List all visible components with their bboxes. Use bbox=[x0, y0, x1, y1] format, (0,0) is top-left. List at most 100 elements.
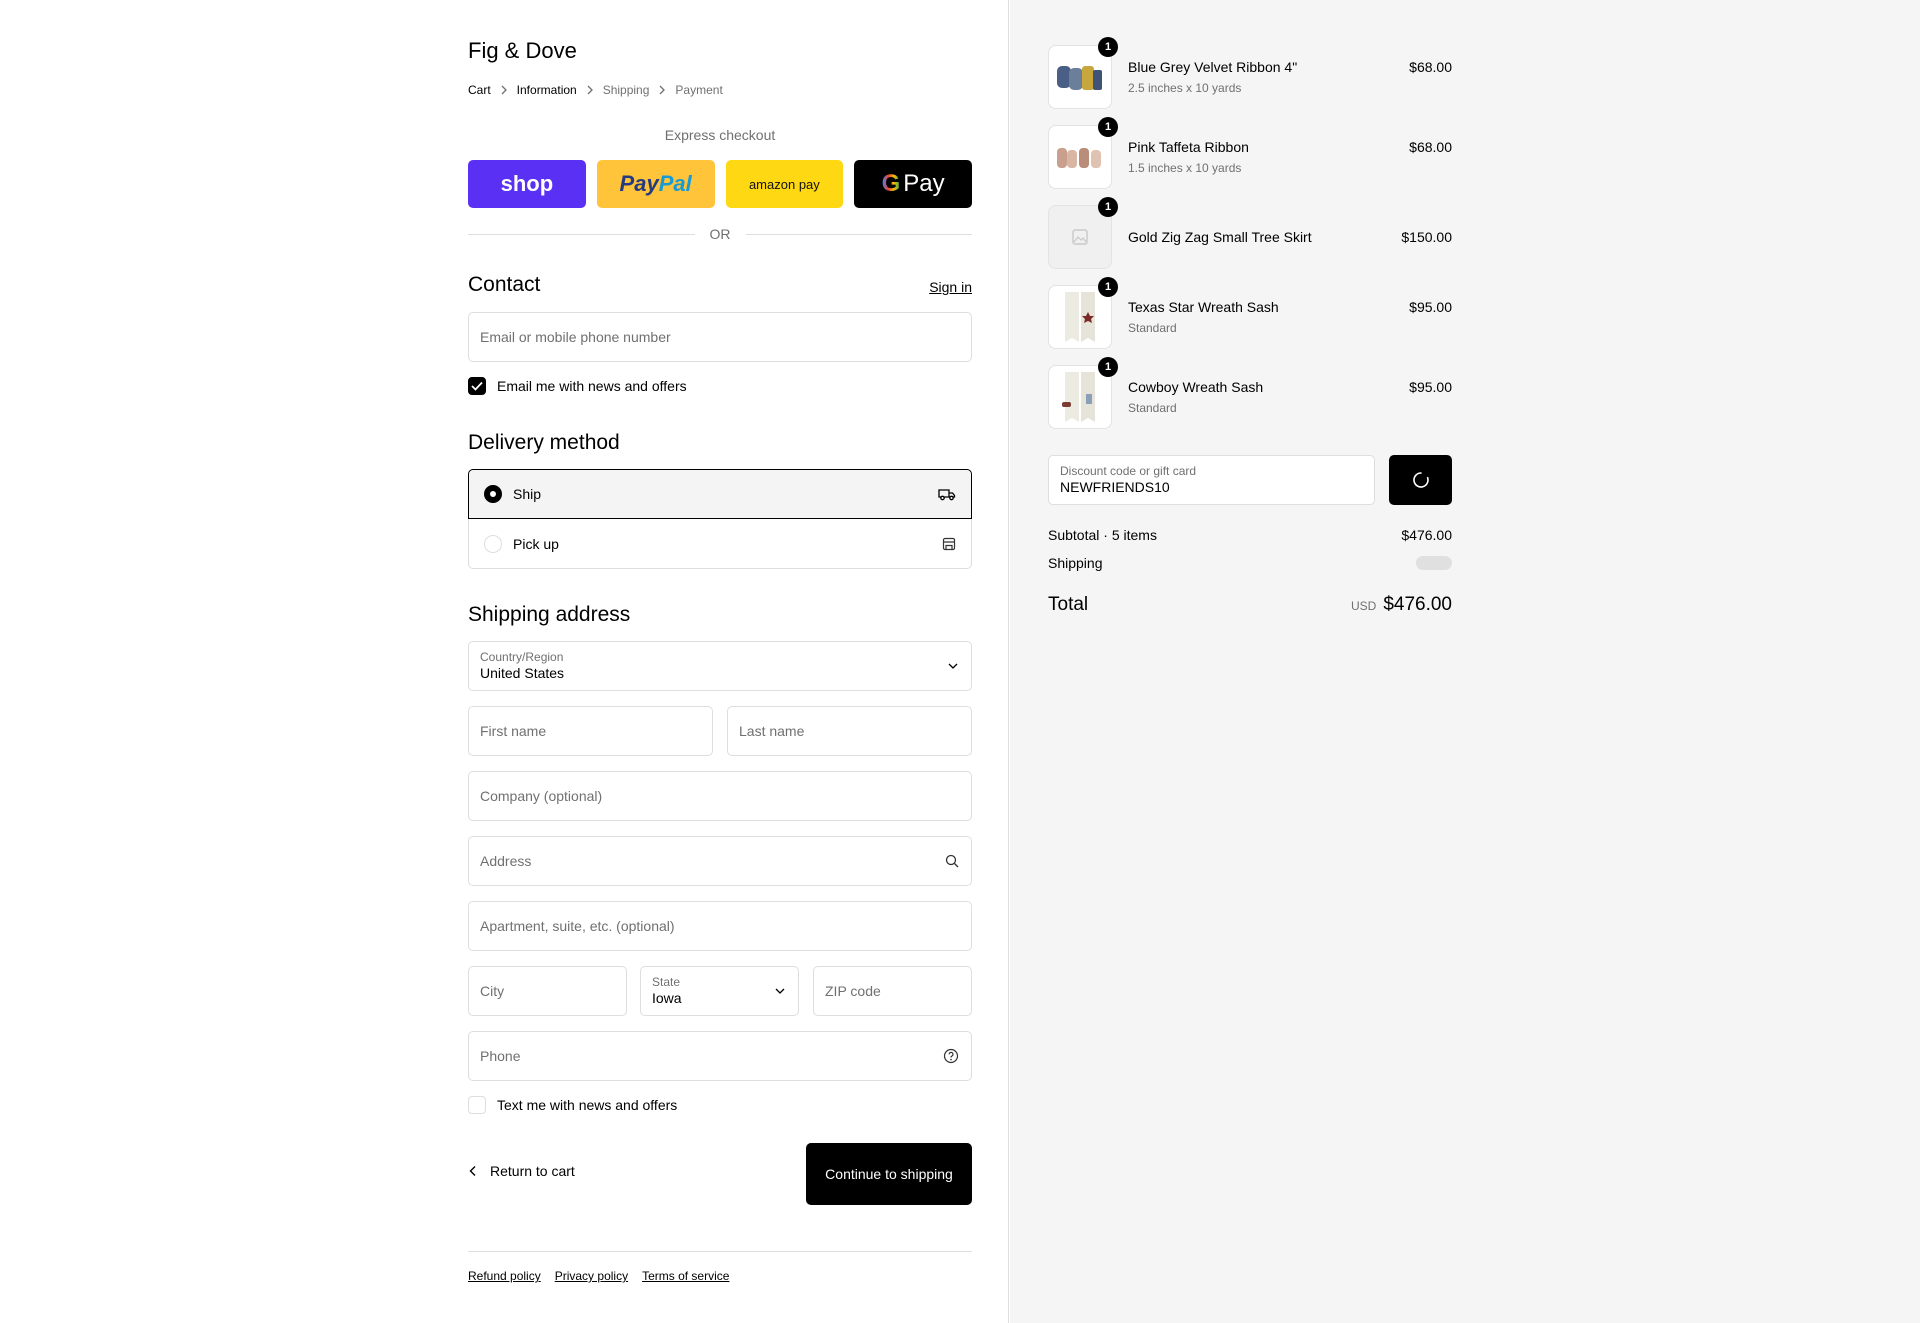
phone-field[interactable]: Phone bbox=[468, 1031, 972, 1081]
paypal-logo-b: Pal bbox=[658, 171, 692, 196]
first-name-field[interactable]: First name bbox=[468, 706, 713, 756]
delivery-method-title: Delivery method bbox=[468, 431, 620, 454]
item-name: Texas Star Wreath Sash bbox=[1128, 299, 1279, 315]
list-item: 1 Blue Grey Velvet Ribbon 4" 2.5 inches … bbox=[1048, 37, 1452, 109]
address-field[interactable]: Address bbox=[468, 836, 972, 886]
paypal-button[interactable]: Pay Pal bbox=[596, 160, 715, 208]
quantity-badge: 1 bbox=[1098, 37, 1118, 57]
shop-pay-button[interactable]: shop bbox=[468, 160, 586, 208]
list-item: 1 Gold Zig Zag Small Tree Skirt $150.00 bbox=[1048, 197, 1452, 269]
subtotal-row: Subtotal · 5 items $476.00 bbox=[1048, 527, 1452, 543]
list-item: 1 Pink Taffeta Ribbon 1.5 inches x 10 ya… bbox=[1048, 117, 1452, 189]
apply-discount-button[interactable] bbox=[1389, 455, 1452, 505]
chevron-right-icon bbox=[491, 85, 517, 95]
continue-to-shipping-button[interactable]: Continue to shipping bbox=[806, 1143, 972, 1205]
country-select[interactable]: Country/Region United States bbox=[468, 641, 972, 691]
discount-value: NEWFRIENDS10 bbox=[1060, 479, 1170, 495]
delivery-option-pickup[interactable]: Pick up bbox=[468, 519, 972, 569]
state-value: Iowa bbox=[652, 990, 682, 1006]
item-variant: Standard bbox=[1128, 321, 1177, 335]
ship-label: Ship bbox=[513, 486, 542, 502]
chevron-down-icon bbox=[774, 987, 786, 995]
currency-code: USD bbox=[1350, 599, 1377, 613]
item-variant: Standard bbox=[1128, 401, 1177, 415]
email-field[interactable]: Email or mobile phone number bbox=[468, 312, 972, 362]
privacy-policy-link[interactable]: Privacy policy bbox=[555, 1269, 628, 1283]
company-placeholder: Company (optional) bbox=[480, 788, 603, 804]
text-news-checkbox[interactable] bbox=[468, 1096, 486, 1114]
item-name: Blue Grey Velvet Ribbon 4" bbox=[1128, 59, 1298, 75]
total-label: Total bbox=[1048, 594, 1089, 615]
checkout-main: Fig & Dove Cart Information Shipping Pay… bbox=[0, 0, 1009, 1323]
amazon-pay-button[interactable]: amazon pay bbox=[725, 160, 844, 208]
refund-policy-link[interactable]: Refund policy bbox=[468, 1269, 541, 1283]
product-thumbnail: 1 bbox=[1048, 357, 1118, 429]
product-thumbnail: 1 bbox=[1048, 277, 1118, 349]
company-field[interactable]: Company (optional) bbox=[468, 771, 972, 821]
shipping-address-title: Shipping address bbox=[468, 603, 631, 626]
list-item: 1 Texas Star Wreath Sash Standard $95.00 bbox=[1048, 277, 1452, 349]
pickup-label: Pick up bbox=[513, 535, 559, 552]
shop-pay-logo: shop bbox=[500, 171, 554, 196]
or-text: OR bbox=[709, 226, 731, 242]
state-label: State bbox=[652, 975, 681, 989]
breadcrumb-shipping: Shipping bbox=[602, 83, 650, 97]
item-price: $95.00 bbox=[1409, 299, 1452, 315]
last-name-field[interactable]: Last name bbox=[727, 706, 972, 756]
ship-radio[interactable] bbox=[484, 485, 502, 503]
breadcrumb-information: Information bbox=[516, 83, 577, 97]
state-select[interactable]: State Iowa bbox=[640, 966, 799, 1016]
product-thumbnail: 1 bbox=[1048, 117, 1118, 189]
delivery-option-ship[interactable]: Ship bbox=[468, 469, 972, 519]
item-variant: 1.5 inches x 10 yards bbox=[1128, 161, 1242, 175]
apartment-placeholder: Apartment, suite, etc. (optional) bbox=[480, 918, 675, 934]
item-price: $68.00 bbox=[1409, 139, 1452, 155]
email-placeholder: Email or mobile phone number bbox=[480, 329, 671, 345]
subtotal-label: Subtotal · 5 items bbox=[1048, 527, 1157, 543]
chevron-down-icon bbox=[947, 662, 959, 670]
zip-placeholder: ZIP code bbox=[825, 983, 881, 999]
total-row: Total USD $476.00 bbox=[1048, 594, 1452, 616]
return-to-cart-label: Return to cart bbox=[490, 1163, 575, 1179]
chevron-right-icon bbox=[577, 85, 603, 95]
shipping-row: Shipping bbox=[1048, 555, 1452, 571]
city-field[interactable]: City bbox=[468, 966, 627, 1016]
discount-code-field[interactable]: Discount code or gift card NEWFRIENDS10 bbox=[1048, 455, 1375, 505]
return-to-cart-link[interactable]: Return to cart bbox=[468, 1163, 575, 1179]
terms-of-service-link[interactable]: Terms of service bbox=[642, 1269, 729, 1283]
apartment-field[interactable]: Apartment, suite, etc. (optional) bbox=[468, 901, 972, 951]
footer-links: Refund policy Privacy policy Terms of se… bbox=[468, 1269, 729, 1283]
chevron-left-icon bbox=[469, 1166, 476, 1176]
shipping-label: Shipping bbox=[1048, 555, 1103, 571]
item-name: Gold Zig Zag Small Tree Skirt bbox=[1128, 229, 1312, 245]
sign-in-link[interactable]: Sign in bbox=[929, 279, 972, 295]
delivery-options: Ship Pick up bbox=[468, 469, 972, 569]
text-news-checkbox-row[interactable]: Text me with news and offers bbox=[468, 1096, 677, 1114]
store-name[interactable]: Fig & Dove bbox=[468, 38, 577, 64]
google-pay-label: Pay bbox=[903, 170, 945, 197]
product-thumbnail: 1 bbox=[1048, 197, 1118, 269]
city-placeholder: City bbox=[480, 983, 505, 999]
google-pay-button[interactable]: G Pay bbox=[854, 160, 972, 208]
email-news-checkbox-row[interactable]: Email me with news and offers bbox=[468, 377, 687, 395]
country-value: United States bbox=[480, 665, 565, 681]
country-label: Country/Region bbox=[480, 650, 564, 664]
pickup-radio[interactable] bbox=[484, 534, 502, 553]
total-value: $476.00 bbox=[1383, 594, 1452, 615]
footer-divider bbox=[468, 1251, 972, 1252]
breadcrumb-cart[interactable]: Cart bbox=[468, 83, 491, 97]
item-name: Pink Taffeta Ribbon bbox=[1128, 139, 1249, 155]
zip-field[interactable]: ZIP code bbox=[813, 966, 972, 1016]
product-thumbnail: 1 bbox=[1048, 37, 1118, 109]
item-price: $95.00 bbox=[1409, 379, 1452, 395]
breadcrumb-payment: Payment bbox=[675, 83, 723, 97]
help-icon[interactable] bbox=[943, 1048, 959, 1064]
quantity-badge: 1 bbox=[1098, 277, 1118, 297]
phone-placeholder: Phone bbox=[480, 1048, 521, 1064]
breadcrumb: Cart Information Shipping Payment bbox=[468, 83, 723, 97]
quantity-badge: 1 bbox=[1098, 117, 1118, 137]
item-price: $68.00 bbox=[1409, 59, 1452, 75]
item-name: Cowboy Wreath Sash bbox=[1128, 379, 1264, 395]
or-divider: OR bbox=[468, 226, 972, 242]
email-news-checkbox[interactable] bbox=[468, 377, 486, 395]
